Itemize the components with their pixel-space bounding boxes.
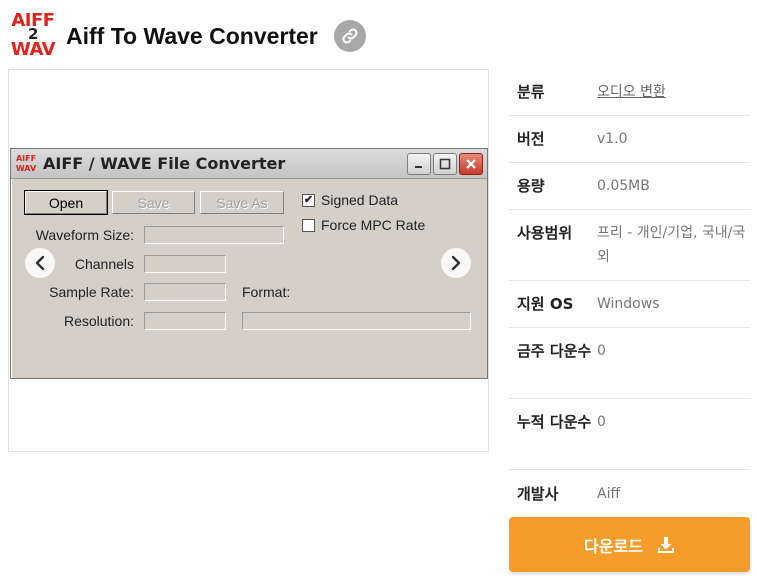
screenshot-viewer: AIFF WAV AIFF / WAVE File Converter Open… (8, 69, 489, 452)
waveform-size-label: Waveform Size: (35, 227, 134, 243)
link-icon (342, 28, 358, 44)
chevron-right-icon (451, 255, 461, 271)
close-button[interactable] (459, 152, 483, 175)
signed-data-checkbox[interactable]: ✔ Signed Data (302, 192, 398, 208)
prev-screenshot-button[interactable] (25, 248, 55, 278)
maximize-icon (439, 158, 451, 169)
sample-rate-label: Sample Rate: (49, 284, 134, 300)
info-table: 분류 오디오 변환 버전 v1.0 용량 0.05MB 사용범위 프리 - 개인… (509, 68, 750, 517)
save-as-button[interactable]: Save As (200, 191, 284, 214)
info-value-size: 0.05MB (597, 178, 650, 194)
window-icon-text-top: AIFF (15, 153, 37, 163)
info-row-version: 버전 v1.0 (509, 116, 750, 163)
info-row-license: 사용범위 프리 - 개인/기업, 국내/국외 (509, 210, 750, 281)
minimize-button[interactable] (407, 152, 431, 175)
info-label-os: 지원 OS (517, 295, 574, 313)
waveform-size-field (144, 226, 284, 244)
window-icon-text-bottom: WAV (15, 163, 37, 173)
info-value-developer: Aiff (597, 485, 621, 502)
info-label-version: 버전 (517, 130, 545, 148)
info-value-weekly-downloads: 0 (597, 343, 606, 359)
info-value-version: v1.0 (597, 131, 628, 147)
window-titlebar: AIFF WAV AIFF / WAVE File Converter (11, 149, 487, 179)
app-window: AIFF WAV AIFF / WAVE File Converter Open… (10, 148, 488, 379)
window-title: AIFF / WAVE File Converter (43, 154, 286, 173)
info-label-size: 용량 (517, 177, 545, 195)
force-mpc-rate-check-box[interactable] (302, 218, 315, 232)
info-value-total-downloads: 0 (597, 414, 606, 430)
open-button[interactable]: Open (24, 190, 108, 215)
window-controls (407, 152, 483, 175)
info-row-weekly-downloads: 금주 다운수 0 (509, 328, 750, 399)
info-label-total-downloads: 누적 다운수 (517, 413, 592, 431)
resolution-field (144, 312, 226, 330)
info-row-total-downloads: 누적 다운수 0 (509, 399, 750, 470)
resolution-label: Resolution: (63, 313, 134, 329)
info-row-developer: 개발사 Aiff (509, 470, 750, 517)
download-button[interactable]: 다운로드 (509, 517, 750, 572)
download-label: 다운로드 (584, 536, 643, 556)
info-value-license: 프리 - 개인/기업, 국내/국외 (597, 225, 746, 265)
page-title: Aiff To Wave Converter (66, 22, 318, 49)
info-value-os: Windows (597, 296, 660, 312)
format-label: Format: (242, 284, 291, 300)
window-body: Open Save Save As ✔ Signed Data Force MP… (11, 179, 487, 375)
info-value-category-link[interactable]: 오디오 변환 (597, 80, 750, 104)
maximize-button[interactable] (433, 152, 457, 175)
info-row-size: 용량 0.05MB (509, 163, 750, 210)
signed-data-check-box[interactable]: ✔ (302, 193, 315, 207)
info-label-category: 분류 (517, 82, 545, 101)
info-label-weekly-downloads: 금주 다운수 (517, 342, 592, 360)
share-link-button[interactable] (333, 20, 366, 52)
minimize-icon (415, 165, 422, 168)
channels-field (144, 255, 226, 273)
app-logo: AIFF 2 WAV (8, 10, 58, 62)
info-label-developer: 개발사 (517, 484, 559, 503)
force-mpc-rate-label: Force MPC Rate (321, 217, 426, 233)
header: AIFF 2 WAV Aiff To Wave Converter (8, 8, 366, 64)
save-button[interactable]: Save (112, 191, 195, 214)
close-icon (466, 158, 476, 169)
sample-rate-field (144, 283, 226, 301)
info-row-os: 지원 OS Windows (509, 281, 750, 328)
chevron-left-icon (35, 255, 45, 271)
download-icon (657, 536, 675, 554)
logo-text-bottom: WAV (10, 39, 56, 60)
format-field (242, 312, 471, 330)
force-mpc-rate-checkbox[interactable]: Force MPC Rate (302, 217, 425, 233)
info-label-license: 사용범위 (517, 224, 573, 242)
window-app-icon: AIFF WAV (15, 153, 37, 175)
next-screenshot-button[interactable] (441, 248, 471, 278)
info-row-category: 분류 오디오 변환 (509, 68, 750, 116)
signed-data-label: Signed Data (321, 192, 399, 208)
